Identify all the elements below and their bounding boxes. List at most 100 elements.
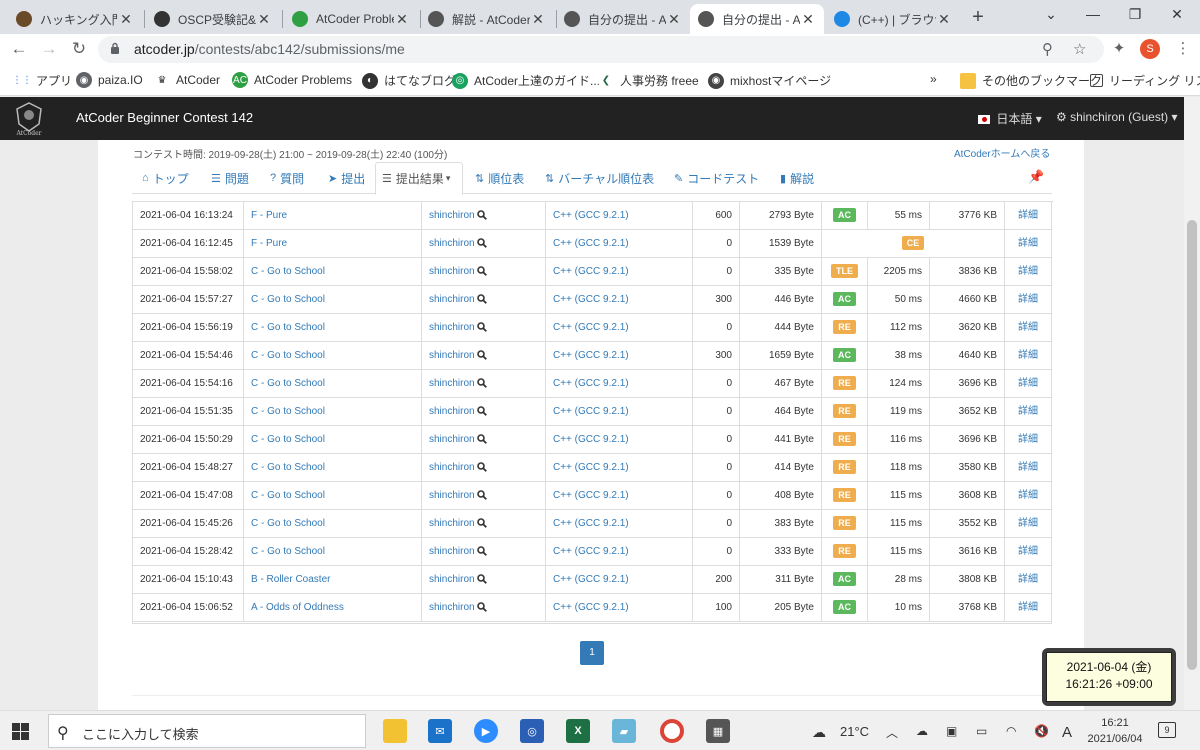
search-icon[interactable] — [476, 266, 487, 277]
restore-icon[interactable]: ❐ — [1120, 6, 1150, 23]
close-tab-icon[interactable]: ✕ — [394, 11, 410, 28]
user-link[interactable]: shinchiron — [422, 426, 546, 453]
language-link[interactable]: C++ (GCC 9.2.1) — [546, 510, 693, 537]
windows-start-icon[interactable] — [12, 723, 29, 740]
user-dropdown[interactable]: ⚙ shinchiron (Guest) ▾ — [1056, 110, 1178, 124]
notes-app-icon[interactable]: ▰ — [612, 719, 636, 743]
detail-link[interactable]: 詳細 — [1005, 202, 1051, 229]
menu-dots-icon[interactable]: ⋮ — [1172, 39, 1194, 57]
atcoder-home-link[interactable]: AtCoderホームへ戻る — [954, 145, 1050, 160]
language-link[interactable]: C++ (GCC 9.2.1) — [546, 454, 693, 481]
pagination-page[interactable]: 1 — [580, 641, 604, 665]
detail-link[interactable]: 詳細 — [1005, 426, 1051, 453]
task-link[interactable]: C - Go to School — [244, 538, 422, 565]
bookmark-item[interactable]: ⋮⋮ アプリ — [12, 72, 72, 89]
language-link[interactable]: C++ (GCC 9.2.1) — [546, 286, 693, 313]
search-icon[interactable] — [476, 294, 487, 305]
detail-link[interactable]: 詳細 — [1005, 566, 1051, 593]
browser-tab[interactable]: 自分の提出 - At ✕ — [556, 4, 690, 34]
close-tab-icon[interactable]: ✕ — [530, 11, 546, 28]
tab-search-icon[interactable]: ⌄ — [1036, 6, 1066, 23]
task-link[interactable]: C - Go to School — [244, 398, 422, 425]
language-link[interactable]: C++ (GCC 9.2.1) — [546, 538, 693, 565]
profile-avatar[interactable]: S — [1140, 39, 1160, 59]
bookmark-star-icon[interactable]: ☆ — [1073, 40, 1086, 58]
close-tab-icon[interactable]: ✕ — [256, 11, 272, 28]
tab-standings[interactable]: ⇅ 順位表 — [469, 162, 530, 194]
language-link[interactable]: C++ (GCC 9.2.1) — [546, 426, 693, 453]
close-tab-icon[interactable]: ✕ — [800, 11, 816, 28]
search-icon[interactable] — [476, 322, 487, 333]
taskbar-search[interactable]: ⚲ ここに入力して検索 — [48, 714, 366, 748]
user-link[interactable]: shinchiron — [422, 230, 546, 257]
task-link[interactable]: C - Go to School — [244, 258, 422, 285]
user-link[interactable]: shinchiron — [422, 286, 546, 313]
user-link[interactable]: shinchiron — [422, 454, 546, 481]
language-link[interactable]: C++ (GCC 9.2.1) — [546, 314, 693, 341]
zoom-app-icon[interactable]: ▶ — [474, 719, 498, 743]
tab-clarifications[interactable]: ? 質問 — [264, 162, 310, 194]
tab-top[interactable]: ⌂ トップ — [136, 162, 195, 194]
bookmark-item[interactable]: ◐ はてなブログ — [362, 72, 456, 89]
meet-now-icon[interactable]: ▣ — [946, 724, 957, 738]
bookmark-item[interactable]: ◉ paiza.IO — [76, 72, 143, 88]
user-link[interactable]: shinchiron — [422, 258, 546, 285]
browser-tab[interactable]: OSCP受験記& ✕ — [146, 4, 280, 34]
back-arrow-icon[interactable]: ← — [8, 39, 30, 59]
tab-submit[interactable]: ➤ 提出 — [322, 162, 371, 194]
task-link[interactable]: B - Roller Coaster — [244, 566, 422, 593]
browser-tab[interactable]: AtCoder Proble ✕ — [284, 4, 418, 34]
search-icon[interactable] — [476, 574, 487, 585]
tab-editorial[interactable]: ▮ 解説 — [774, 162, 820, 194]
notification-center-icon[interactable]: 9 — [1158, 722, 1176, 738]
new-tab-button[interactable]: + — [966, 6, 990, 29]
tab-tasks[interactable]: ☰ 問題 — [205, 162, 255, 194]
detail-link[interactable]: 詳細 — [1005, 482, 1051, 509]
browser-tab[interactable]: 解説 - AtCoder ✕ — [420, 4, 554, 34]
bookmark-item[interactable]: ◎ AtCoder上達のガイド... — [452, 72, 600, 89]
volume-muted-icon[interactable]: 🔇 — [1034, 724, 1049, 738]
user-link[interactable]: shinchiron — [422, 342, 546, 369]
detail-link[interactable]: 詳細 — [1005, 342, 1051, 369]
reload-icon[interactable]: ↻ — [68, 39, 90, 59]
bookmarks-more[interactable]: » — [930, 72, 937, 86]
bookmark-item[interactable]: ❮ 人事労務 freee — [598, 72, 699, 89]
task-link[interactable]: A - Odds of Oddness — [244, 594, 422, 621]
search-icon[interactable] — [476, 462, 487, 473]
onedrive-icon[interactable]: ☁ — [916, 724, 928, 738]
language-link[interactable]: C++ (GCC 9.2.1) — [546, 230, 693, 257]
search-icon[interactable] — [476, 238, 487, 249]
browser-tab[interactable]: ハッキング入門 Tr✕ — [8, 4, 142, 34]
language-link[interactable]: C++ (GCC 9.2.1) — [546, 370, 693, 397]
contest-brand[interactable]: AtCoder Beginner Contest 142 — [76, 110, 253, 125]
close-tab-icon[interactable]: ✕ — [936, 11, 952, 28]
bookmark-item[interactable]: AC AtCoder Problems — [232, 72, 352, 88]
address-bar[interactable]: atcoder.jp/contests/abc142/submissions/m… — [98, 36, 1104, 63]
search-icon[interactable] — [476, 210, 487, 221]
user-link[interactable]: shinchiron — [422, 314, 546, 341]
detail-link[interactable]: 詳細 — [1005, 370, 1051, 397]
close-tab-icon[interactable]: ✕ — [118, 11, 134, 28]
screen-app-icon[interactable]: ◎ — [520, 719, 544, 743]
detail-link[interactable]: 詳細 — [1005, 398, 1051, 425]
wifi-icon[interactable]: ◠ — [1006, 724, 1016, 738]
excel-icon[interactable]: X — [566, 719, 590, 743]
reading-list[interactable]: リーディング リスト — [1090, 72, 1200, 89]
weather-temp[interactable]: 21°C — [840, 724, 869, 739]
calculator-icon[interactable]: ▦ — [706, 719, 730, 743]
detail-link[interactable]: 詳細 — [1005, 538, 1051, 565]
show-hidden-icons[interactable]: ︿ — [886, 724, 898, 741]
weather-icon[interactable]: ☁ — [812, 724, 826, 741]
task-link[interactable]: C - Go to School — [244, 370, 422, 397]
taskbar-clock[interactable]: 16:21 2021/06/04 — [1086, 715, 1144, 747]
browser-tab[interactable]: 自分の提出 - A ✕ — [690, 4, 824, 34]
bookmark-item[interactable]: ♛ AtCoder — [154, 72, 220, 88]
language-link[interactable]: C++ (GCC 9.2.1) — [546, 202, 693, 229]
search-icon[interactable] — [476, 546, 487, 557]
task-link[interactable]: C - Go to School — [244, 286, 422, 313]
detail-link[interactable]: 詳細 — [1005, 454, 1051, 481]
close-tab-icon[interactable]: ✕ — [666, 11, 682, 28]
user-link[interactable]: shinchiron — [422, 202, 546, 229]
extensions-icon[interactable]: ✦ — [1108, 39, 1130, 57]
detail-link[interactable]: 詳細 — [1005, 594, 1051, 621]
